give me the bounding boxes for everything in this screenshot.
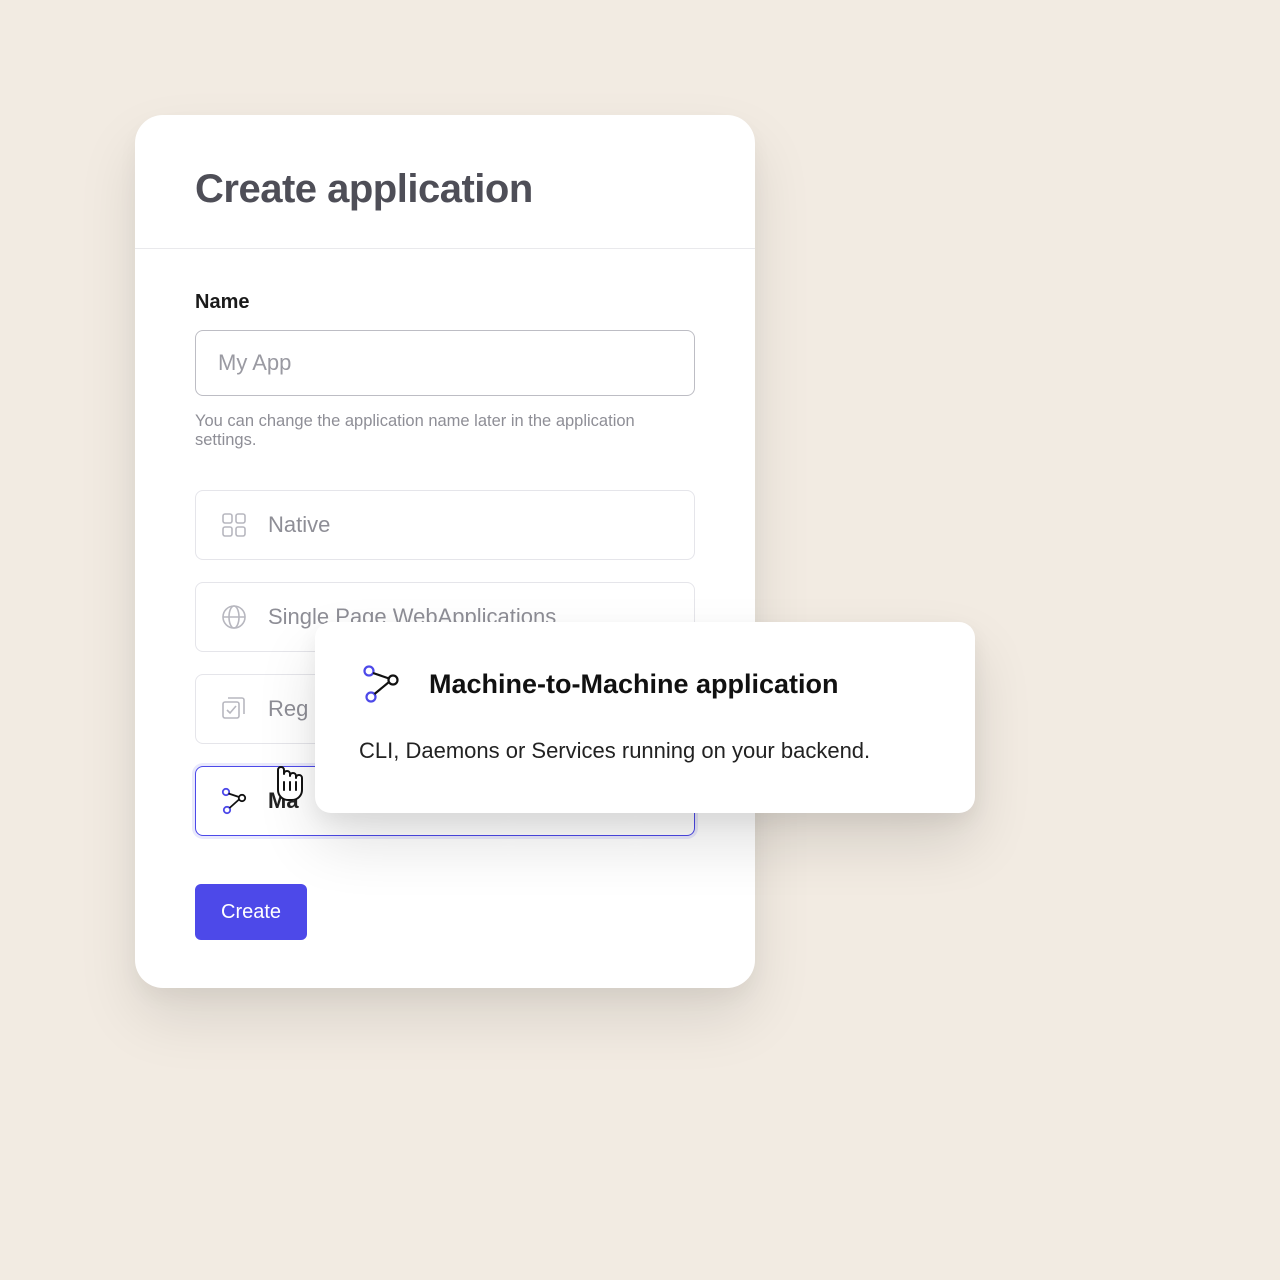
m2m-tooltip: Machine-to-Machine application CLI, Daem… [315, 622, 975, 813]
card-header: Create application [135, 115, 755, 249]
tooltip-title: Machine-to-Machine application [429, 669, 839, 700]
name-input[interactable] [195, 330, 695, 396]
nodes-icon [218, 785, 250, 817]
globe-icon [218, 601, 250, 633]
option-label: Native [268, 512, 330, 538]
grid-icon [218, 509, 250, 541]
option-label: Ma [268, 788, 299, 814]
option-native[interactable]: Native [195, 490, 695, 560]
create-application-card: Create application Name You can change t… [135, 115, 755, 988]
tooltip-header: Machine-to-Machine application [359, 662, 931, 706]
nodes-icon [359, 662, 403, 706]
name-label: Name [195, 291, 695, 314]
checkboxes-icon [218, 693, 250, 725]
page-title: Create application [195, 167, 695, 212]
name-help-text: You can change the application name late… [195, 412, 695, 450]
option-label: Reg [268, 696, 308, 722]
card-body: Name You can change the application name… [135, 249, 755, 988]
tooltip-description: CLI, Daemons or Services running on your… [359, 736, 931, 767]
create-button[interactable]: Create [195, 884, 307, 940]
